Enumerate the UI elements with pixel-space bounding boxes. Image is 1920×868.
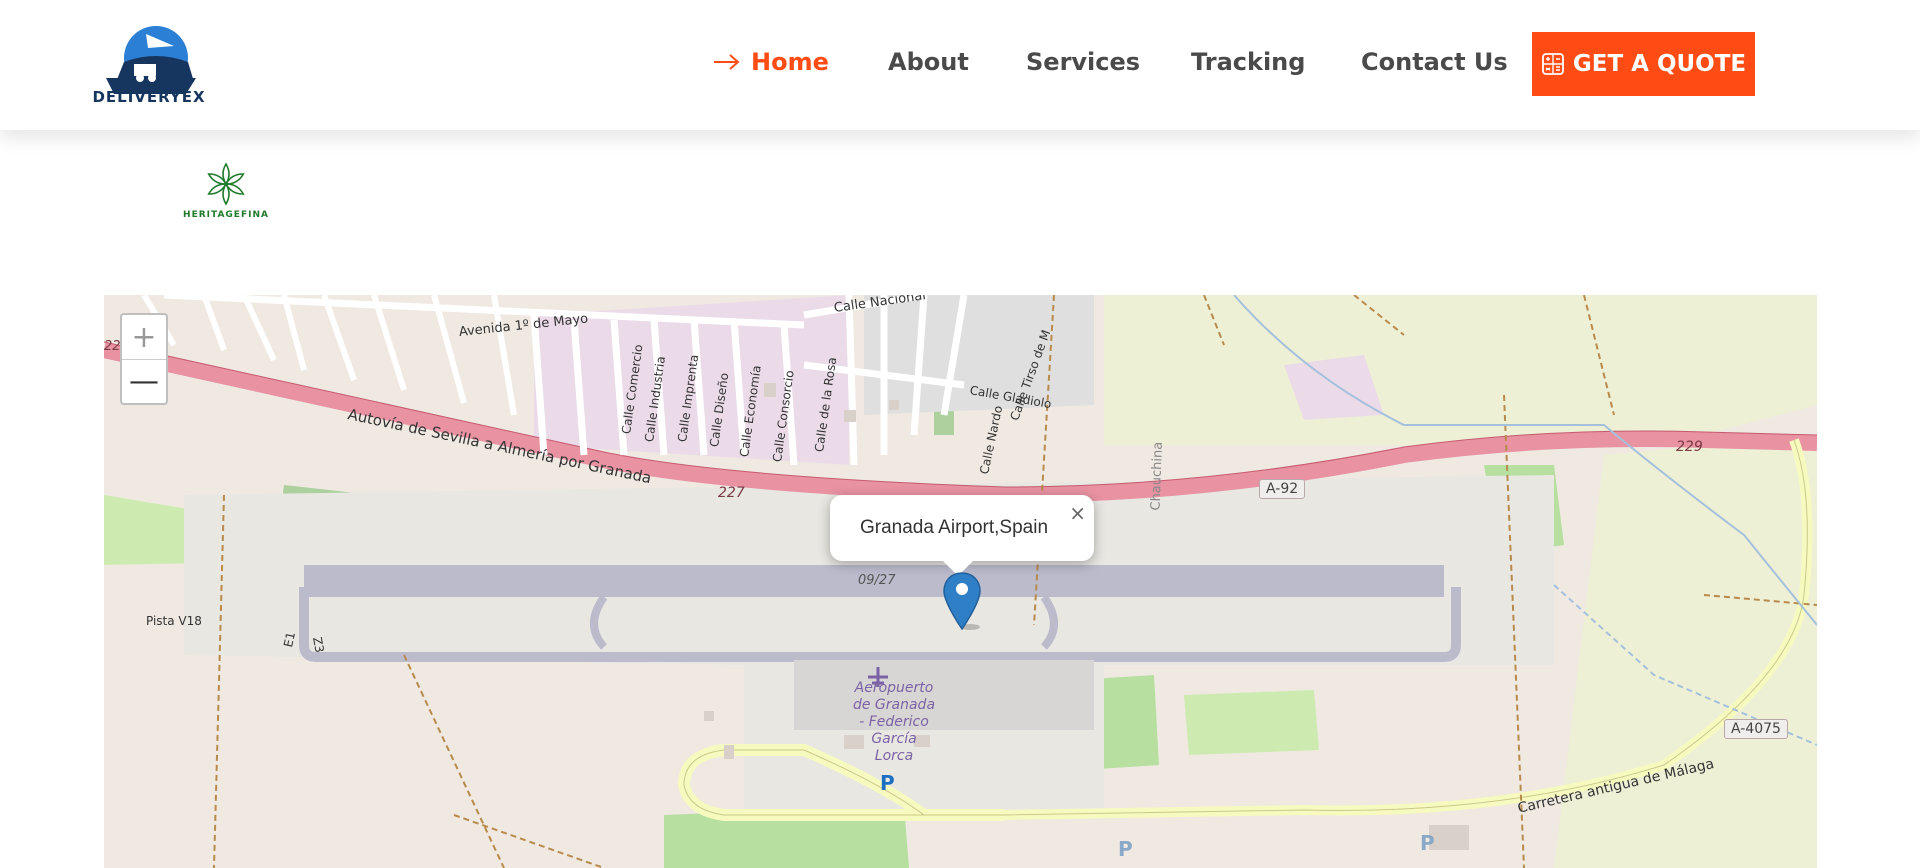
parking-icon: P [880,771,895,795]
label-road-229: 229 [1676,439,1703,455]
label-aeropuerto-1: Aeropuerto [854,680,934,696]
label-aeropuerto: Aeropuerto de Granada - Federico García … [839,680,949,765]
logo-text: DELIVERYEX [92,88,206,106]
zoom-in-button[interactable]: + [122,315,166,359]
popup-text: Granada Airport,Spain [860,517,1049,538]
label-road-227: 227 [718,485,745,501]
label-runway: 09/27 [858,573,896,588]
map-popup: Granada Airport,Spain × [830,495,1094,561]
zoom-control: + — [120,313,168,405]
nav-services[interactable]: Services [1026,48,1140,76]
label-aeropuerto-4: García [871,731,917,747]
heritagefina-text: HERITAGEFINA [183,210,269,220]
parking-icon-3: P [1420,831,1435,855]
nav-about[interactable]: About [888,48,969,76]
arrow-right-icon [714,54,740,70]
label-aeropuerto-2: de Granada [852,697,936,713]
map-container[interactable]: Avenida 1º de Mayo Calle Nacional Autoví… [104,295,1817,868]
nav-contact-us[interactable]: Contact Us [1361,48,1508,76]
close-icon[interactable]: × [1069,501,1086,525]
label-aeropuerto-5: Lorca [874,748,914,764]
site-header: DELIVERYEX Home About Services Tracking … [0,0,1920,130]
zoom-out-button[interactable]: — [122,359,166,403]
shield-a4075: A-4075 [1724,719,1788,739]
nav-tracking[interactable]: Tracking [1191,48,1305,76]
get-a-quote-button[interactable]: GET A QUOTE [1532,32,1755,96]
map-pin-icon[interactable] [942,571,982,631]
label-chauchina: Chauchina [1148,441,1166,511]
shield-a92: A-92 [1259,479,1306,499]
label-z3: Z3 [310,635,327,654]
nav-home[interactable]: Home [751,48,829,76]
label-pista: Pista V18 [146,614,202,628]
get-a-quote-label: GET A QUOTE [1572,51,1747,77]
label-aeropuerto-3: - Federico [859,714,929,730]
parking-icon-2: P [1118,837,1133,861]
calculator-icon [1541,53,1564,75]
